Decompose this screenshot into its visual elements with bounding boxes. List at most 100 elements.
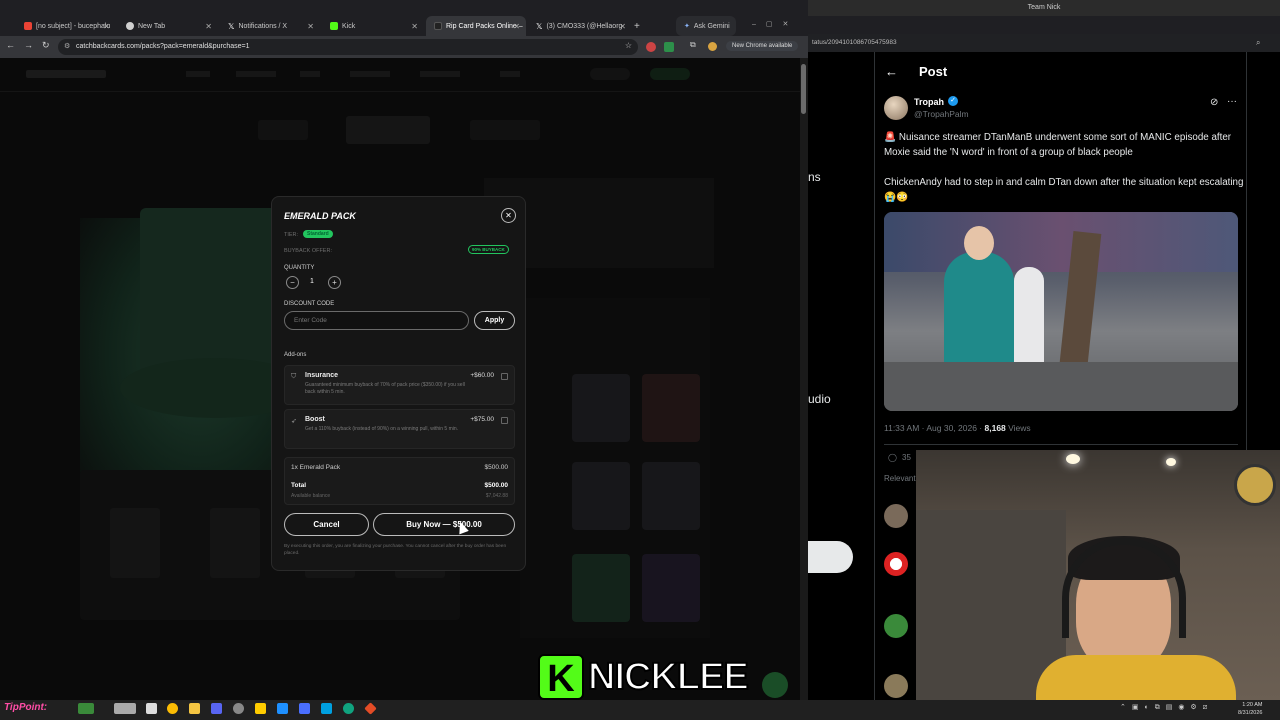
taskbar-app-icon[interactable] [343,703,354,714]
taskbar-clock[interactable]: 1:20 AM 8/31/2026 [1238,701,1262,717]
taskbar-app-icon[interactable] [78,703,94,714]
taskbar-app-icon[interactable] [299,703,310,714]
taskbar-app-icon[interactable] [277,703,288,714]
discount-code-input[interactable] [284,311,469,330]
nav-link[interactable] [420,71,460,77]
author-name[interactable]: Tropah [914,97,944,107]
zoom-icon[interactable]: ⌕ [1256,38,1260,48]
taskbar-app-icon[interactable] [211,703,222,714]
tab-cmo333[interactable]: 𝕏 (3) CMO333 (@Hellaorg ✕ [528,16,632,36]
x-tab-strip [808,16,1280,34]
post-video-thumbnail[interactable] [884,212,1238,411]
close-tab-icon[interactable]: ✕ [205,22,212,31]
url-bar[interactable]: ⚙ catchbackcards.com/packs?pack=emerald&… [58,39,638,55]
buy-now-button[interactable]: Buy Now — $500.00 [373,513,515,536]
system-tray-icons[interactable]: ⌃▣◐⧉▤◉⚙⧄ [1120,703,1213,712]
addon-insurance[interactable]: ⛉ Insurance +$60.00 Guaranteed minimum b… [284,365,515,405]
pack-card[interactable] [572,554,630,622]
avatar[interactable] [884,504,908,528]
scrollbar-thumb[interactable] [801,64,806,114]
pack-card[interactable] [572,374,630,442]
nav-link[interactable] [350,71,390,77]
legal-notice: By executing this order, you are finaliz… [284,544,507,556]
pack-card[interactable] [642,462,700,530]
grok-icon[interactable]: ⊘ [1210,97,1218,108]
pack-tier-tab-standard[interactable] [346,116,430,144]
addon-checkbox[interactable] [501,417,508,424]
new-tab-button[interactable]: + [632,16,646,36]
tab-rip-card-packs[interactable]: Rip Card Packs Online – ✕ [426,16,526,36]
reply-icon[interactable]: ◯ [888,453,897,462]
profile-icon[interactable] [708,42,717,51]
close-icon[interactable]: ✕ [501,208,516,223]
taskbar-app-icon[interactable] [146,703,157,714]
avatar[interactable] [884,96,908,120]
chat-bubble-icon[interactable] [762,672,788,698]
new-chrome-available-button[interactable]: New Chrome available [726,41,799,51]
extension-icon[interactable] [646,42,656,52]
addon-price: +$75.00 [470,416,494,423]
close-tab-icon[interactable]: ✕ [103,22,110,31]
pill-button-fragment[interactable] [808,541,853,573]
taskbar-app-icon[interactable] [114,703,136,714]
avatar[interactable] [884,614,908,638]
site-logo[interactable] [26,70,106,78]
recent-hit-card[interactable] [110,508,160,578]
extensions-puzzle-icon[interactable]: ⧉ [690,40,696,50]
tab-notifications-x[interactable]: 𝕏 Notifications / X ✕ [220,16,320,36]
taskbar-app-icon[interactable] [321,703,332,714]
nav-link[interactable] [236,71,276,77]
tab-kick[interactable]: Kick ✕ [322,16,424,36]
back-icon[interactable]: ← [6,40,15,50]
tab-new-tab[interactable]: New Tab ✕ [118,16,218,36]
bookmark-star-icon[interactable]: ☆ [625,41,632,50]
nav-link[interactable] [300,71,320,77]
maximize-icon[interactable]: ▢ [766,21,783,28]
close-tab-icon[interactable]: ✕ [307,22,314,31]
close-tab-icon[interactable]: ✕ [619,22,626,31]
reload-icon[interactable]: ↻ [42,40,50,51]
page-scrollbar[interactable] [800,58,808,700]
pack-tier-tab[interactable] [258,120,308,140]
x-url-bar[interactable]: tatus/2094101086705475983 ⌕ [808,34,1280,52]
close-tab-icon[interactable]: ✕ [513,22,520,31]
tab-label: Rip Card Packs Online – [446,22,523,30]
author-handle[interactable]: @TropahPalm [914,109,969,119]
cancel-button[interactable]: Cancel [284,513,369,536]
pack-card[interactable] [642,374,700,442]
recent-hit-card[interactable] [210,508,260,578]
close-tab-icon[interactable]: ✕ [411,22,418,31]
addon-boost[interactable]: ➶ Boost +$75.00 Get a 110% buyback (inst… [284,409,515,449]
site-info-icon[interactable]: ⚙ [64,42,70,50]
taskbar-app-icon[interactable] [255,703,266,714]
streamer-name: NICKLEE [587,655,750,699]
close-window-icon[interactable]: ✕ [783,21,799,28]
pack-card[interactable] [642,554,700,622]
post-header-title: Post [919,64,948,79]
pack-tier-tab[interactable] [470,120,540,140]
nav-link[interactable] [186,71,210,77]
taskbar-app-icon[interactable] [233,703,244,714]
deposit-chip[interactable] [650,68,690,80]
sort-replies-relevant[interactable]: Relevant [884,474,916,483]
post-text: 🚨 Nuisance streamer DTanManB underwent s… [884,130,1244,205]
tab-gmail[interactable]: [no subject] - bucephalu ✕ [16,16,116,36]
more-options-icon[interactable]: ··· [1227,96,1237,107]
apply-button[interactable]: Apply [474,311,515,330]
avatar[interactable] [884,674,908,698]
site-icon [434,22,442,30]
extension-icon[interactable] [664,42,674,52]
balance-chip[interactable] [590,68,630,80]
forward-icon[interactable]: → [24,40,33,50]
quantity-minus-button[interactable]: − [286,276,299,289]
ask-gemini-button[interactable]: ✦ Ask Gemini [676,16,736,36]
minimize-icon[interactable]: – [752,21,766,28]
avatar[interactable] [884,552,908,576]
back-arrow-icon[interactable]: ← [885,64,898,79]
nav-link[interactable] [500,71,520,77]
quantity-plus-button[interactable]: + [328,276,341,289]
folder-icon[interactable] [189,703,200,714]
pack-card[interactable] [572,462,630,530]
chrome-icon[interactable] [167,703,178,714]
addon-checkbox[interactable] [501,373,508,380]
